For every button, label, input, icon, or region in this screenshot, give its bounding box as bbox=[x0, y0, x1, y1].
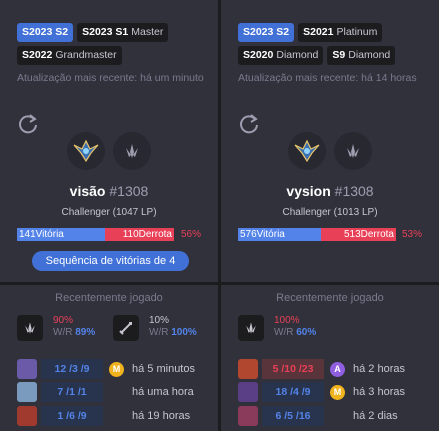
last-updated-text: Atualização mais recente: há um minuto bbox=[17, 72, 204, 84]
summoner-name[interactable]: vysion #1308 bbox=[221, 183, 439, 199]
recently-played-title: Recentemente jogado bbox=[276, 292, 384, 304]
challenger-emblem-icon bbox=[288, 132, 326, 170]
losses-bar: 513Derrota bbox=[321, 228, 396, 241]
losses-bar: 110Derrota bbox=[105, 228, 174, 241]
challenger-emblem-icon bbox=[67, 132, 105, 170]
champion-avatar bbox=[17, 359, 37, 379]
kda-score: 5 /10 /23 bbox=[262, 359, 324, 379]
wr-value: 100% bbox=[171, 327, 197, 338]
match-time: há 2 dias bbox=[353, 410, 398, 422]
section-divider bbox=[0, 282, 439, 285]
season-tag[interactable]: S2023 S2 bbox=[238, 23, 295, 42]
player-card-left: S2023 S2 S2023 S1 Master S2022 Grandmaster… bbox=[0, 0, 218, 431]
season-tags: S2023 S2 S2021 Platinum S2020 Diamond S9 Di… bbox=[238, 23, 438, 65]
winrate-percent: 53% bbox=[402, 229, 423, 240]
challenger-emblem-icon bbox=[17, 315, 43, 341]
player-card-right: S2023 S2 S2021 Platinum S2020 Diamond S9 Di… bbox=[221, 0, 439, 431]
win-loss-bar: 141Vitória 110Derrota bbox=[17, 228, 174, 241]
kda-score: 1 /6 /9 bbox=[41, 406, 103, 426]
season-tag[interactable]: S2022 Grandmaster bbox=[17, 46, 122, 65]
match-time: há 2 horas bbox=[353, 363, 405, 375]
match-row[interactable]: 18 /4 /9 M há 3 horas bbox=[238, 382, 405, 402]
comparison-panel: S2023 S2 S2023 S1 Master S2022 Grandmaster… bbox=[0, 0, 439, 431]
season-tag[interactable]: S2023 S1 Master bbox=[77, 23, 169, 42]
champion-stat: 90% W/R 89% bbox=[17, 315, 95, 341]
multikill-badge: A bbox=[330, 361, 345, 377]
season-tags: S2023 S2 S2023 S1 Master S2022 Grandmaster bbox=[17, 23, 217, 65]
wr-label: W/R bbox=[149, 327, 169, 338]
match-row[interactable]: 6 /5 /16 há 2 dias bbox=[238, 406, 398, 426]
match-time: há uma hora bbox=[132, 386, 194, 398]
champion-avatar bbox=[238, 382, 258, 402]
match-time: há 5 minutos bbox=[132, 363, 195, 375]
position-icon bbox=[113, 132, 151, 170]
wr-label: W/R bbox=[274, 327, 294, 338]
challenger-emblem-icon bbox=[238, 315, 264, 341]
wr-label: W/R bbox=[53, 327, 73, 338]
recently-played-title: Recentemente jogado bbox=[55, 292, 163, 304]
kda-score: 18 /4 /9 bbox=[262, 382, 324, 402]
wins-bar: 576Vitória bbox=[238, 228, 321, 241]
play-percent: 10% bbox=[149, 315, 170, 326]
champion-avatar bbox=[17, 382, 37, 402]
wins-bar: 141Vitória bbox=[17, 228, 105, 241]
multikill-badge: M bbox=[330, 384, 345, 400]
play-percent: 90% bbox=[53, 315, 74, 326]
match-time: há 19 horas bbox=[132, 410, 191, 422]
season-tag[interactable]: S2020 Diamond bbox=[238, 46, 324, 65]
match-row[interactable]: 5 /10 /23 A há 2 horas bbox=[238, 359, 405, 379]
win-streak-badge: Sequência de vitórias de 4 bbox=[32, 251, 189, 271]
kda-score: 7 /1 /1 bbox=[41, 382, 103, 402]
season-tag[interactable]: S2021 Platinum bbox=[298, 23, 383, 42]
badge-empty bbox=[109, 409, 124, 424]
rank-tier: Challenger (1013 LP) bbox=[282, 207, 378, 218]
champion-stat: 100% W/R 60% bbox=[238, 315, 316, 341]
badge-empty bbox=[109, 385, 124, 400]
match-row[interactable]: 1 /6 /9 há 19 horas bbox=[17, 406, 190, 426]
champion-avatar bbox=[17, 406, 37, 426]
wr-value: 60% bbox=[296, 327, 317, 338]
champion-stat: 10% W/R 100% bbox=[113, 315, 197, 341]
last-updated-text: Atualização mais recente: há 14 horas bbox=[238, 72, 417, 84]
rank-tier: Challenger (1047 LP) bbox=[61, 207, 157, 218]
win-loss-bar: 576Vitória 513Derrota bbox=[238, 228, 396, 241]
position-icon bbox=[334, 132, 372, 170]
wr-value: 89% bbox=[75, 327, 96, 338]
kda-score: 6 /5 /16 bbox=[262, 406, 324, 426]
multikill-badge: M bbox=[109, 361, 124, 377]
champion-avatar bbox=[238, 359, 258, 379]
sword-icon bbox=[113, 315, 139, 341]
rank-emblems bbox=[221, 132, 439, 170]
kda-score: 12 /3 /9 bbox=[41, 359, 103, 379]
rank-emblems bbox=[0, 132, 218, 170]
season-tag[interactable]: S2023 S2 bbox=[17, 23, 74, 42]
badge-empty bbox=[330, 409, 345, 424]
play-percent: 100% bbox=[274, 315, 300, 326]
season-tag[interactable]: S9 Diamond bbox=[327, 46, 396, 65]
match-row[interactable]: 12 /3 /9 M há 5 minutos bbox=[17, 359, 195, 379]
champion-avatar bbox=[238, 406, 258, 426]
match-row[interactable]: 7 /1 /1 há uma hora bbox=[17, 382, 194, 402]
winrate-percent: 56% bbox=[181, 229, 202, 240]
match-time: há 3 horas bbox=[353, 386, 405, 398]
summoner-name[interactable]: visão #1308 bbox=[0, 183, 218, 199]
